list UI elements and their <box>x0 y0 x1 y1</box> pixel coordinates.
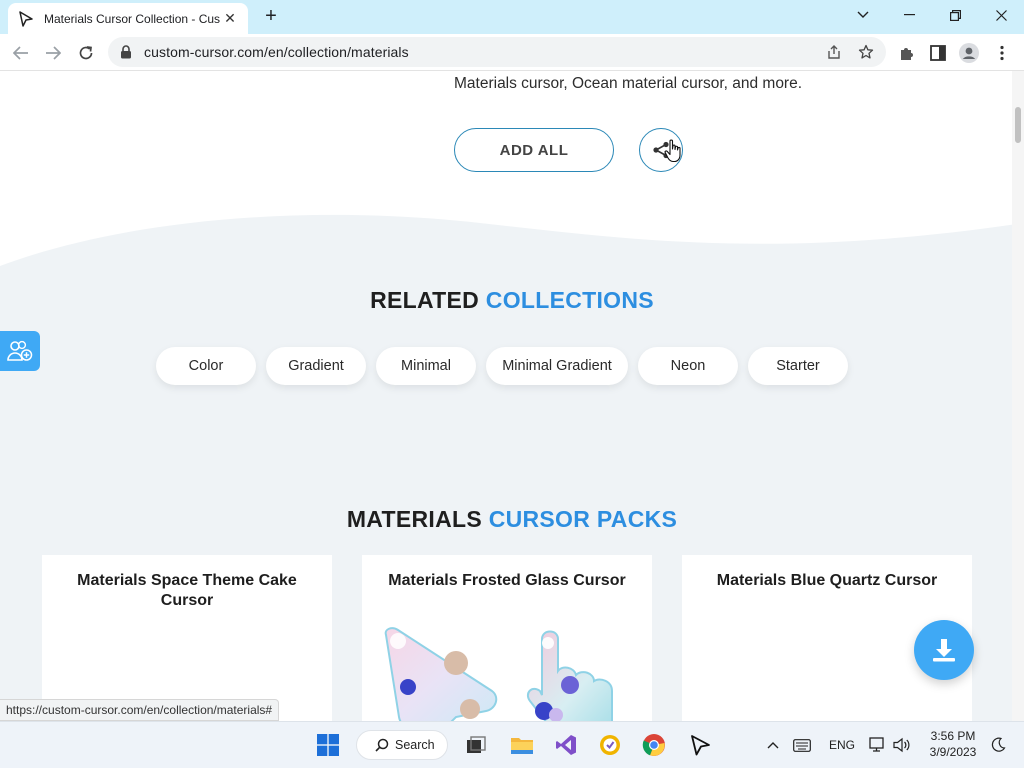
url-text: custom-cursor.com/en/collection/material… <box>144 44 409 60</box>
back-button[interactable] <box>8 40 34 66</box>
visual-studio-icon[interactable] <box>552 731 580 759</box>
collection-chip[interactable]: Color <box>156 347 256 385</box>
collection-chip[interactable]: Minimal <box>376 347 476 385</box>
volume-icon[interactable] <box>890 731 914 759</box>
custom-cursor-app-icon[interactable] <box>686 731 714 759</box>
side-panel-icon[interactable] <box>928 43 948 63</box>
hand-pointer-cursor-icon <box>664 139 681 163</box>
users-add-icon <box>7 340 33 361</box>
close-window-button[interactable] <box>978 0 1024 30</box>
taskbar-search-box[interactable]: Search <box>356 730 448 760</box>
collection-chip[interactable]: Gradient <box>266 347 366 385</box>
tab-close-icon[interactable]: ✕ <box>222 10 238 27</box>
collection-chip[interactable]: Minimal Gradient <box>486 347 628 385</box>
clock-time: 3:56 PM <box>930 729 976 743</box>
related-title-main: RELATED <box>370 287 480 313</box>
clock-date: 3/9/2023 <box>929 745 977 759</box>
cursor-packs-heading: MATERIALS CURSOR PACKS <box>0 506 1024 533</box>
add-all-button[interactable]: ADD ALL <box>454 128 614 172</box>
scrollbar-thumb[interactable] <box>1015 107 1021 143</box>
browser-toolbar: custom-cursor.com/en/collection/material… <box>0 34 1024 71</box>
related-collections-heading: RELATED COLLECTIONS <box>0 287 1024 314</box>
collection-description: Materials cursor, Ocean material cursor,… <box>454 75 803 92</box>
task-view-icon[interactable] <box>462 731 490 759</box>
reload-button[interactable] <box>73 40 99 66</box>
windows-start-icon[interactable] <box>314 731 342 759</box>
taskbar-search-label: Search <box>395 738 435 752</box>
community-side-button[interactable] <box>0 331 40 371</box>
card-title: Materials Blue Quartz Cursor <box>716 572 938 589</box>
tab-search-icon[interactable] <box>840 0 886 30</box>
card-title: Materials Frosted Glass Cursor <box>388 572 626 589</box>
related-title-accent: COLLECTIONS <box>485 287 654 313</box>
collection-chip[interactable]: Starter <box>748 347 848 385</box>
custom-cursor-favicon-icon <box>19 10 33 27</box>
address-bar[interactable]: custom-cursor.com/en/collection/material… <box>108 37 886 67</box>
packs-title-main: MATERIALS <box>346 506 482 532</box>
related-collections-list: Color Gradient Minimal Minimal Gradient … <box>156 347 848 385</box>
network-icon[interactable] <box>866 731 890 759</box>
share-page-icon[interactable] <box>826 44 842 60</box>
collection-chip[interactable]: Neon <box>638 347 738 385</box>
frosted-glass-cursor-preview <box>384 627 613 721</box>
forward-button[interactable] <box>40 40 66 66</box>
windows-taskbar: Search ENG 3:56 PM 3/9/2023 <box>0 721 1024 768</box>
bookmark-star-icon[interactable] <box>858 44 874 60</box>
input-language[interactable]: ENG <box>829 738 855 752</box>
restore-button[interactable] <box>932 0 978 30</box>
download-button[interactable] <box>914 620 974 680</box>
cursor-pack-card[interactable]: Materials Frosted Glass Cursor <box>362 555 652 721</box>
search-icon <box>375 738 389 752</box>
chrome-icon[interactable] <box>640 731 668 759</box>
web-page: Materials cursor, Ocean material cursor,… <box>0 71 1024 721</box>
keyboard-icon[interactable] <box>790 731 814 759</box>
download-icon <box>933 639 955 662</box>
minimize-button[interactable] <box>886 0 932 30</box>
chrome-menu-icon[interactable] <box>992 43 1012 63</box>
browser-tab[interactable]: Materials Cursor Collection - Custom Cur… <box>8 3 248 34</box>
profile-avatar-icon[interactable] <box>959 43 979 63</box>
norton-shield-icon[interactable] <box>596 731 624 759</box>
tab-title: Materials Cursor Collection - Custom Cur… <box>44 11 220 26</box>
new-tab-button[interactable]: + <box>260 5 282 27</box>
cursor-pack-card[interactable]: Materials Space Theme Cake Cursor <box>42 555 332 721</box>
lock-icon <box>121 45 131 59</box>
link-status-bar: https://custom-cursor.com/en/collection/… <box>0 699 280 721</box>
notification-moon-icon[interactable] <box>986 731 1010 759</box>
tab-strip: Materials Cursor Collection - Custom Cur… <box>0 0 1024 34</box>
system-clock[interactable]: 3:56 PM 3/9/2023 <box>922 728 984 760</box>
wave-divider <box>0 214 1024 291</box>
packs-title-accent: CURSOR PACKS <box>488 506 678 532</box>
page-scrollbar[interactable] <box>1012 71 1024 721</box>
card-title: Materials Space Theme Cake Cursor <box>77 572 297 609</box>
extensions-icon[interactable] <box>896 43 916 63</box>
file-explorer-icon[interactable] <box>508 731 536 759</box>
show-hidden-icons-chevron-icon[interactable] <box>762 731 784 759</box>
